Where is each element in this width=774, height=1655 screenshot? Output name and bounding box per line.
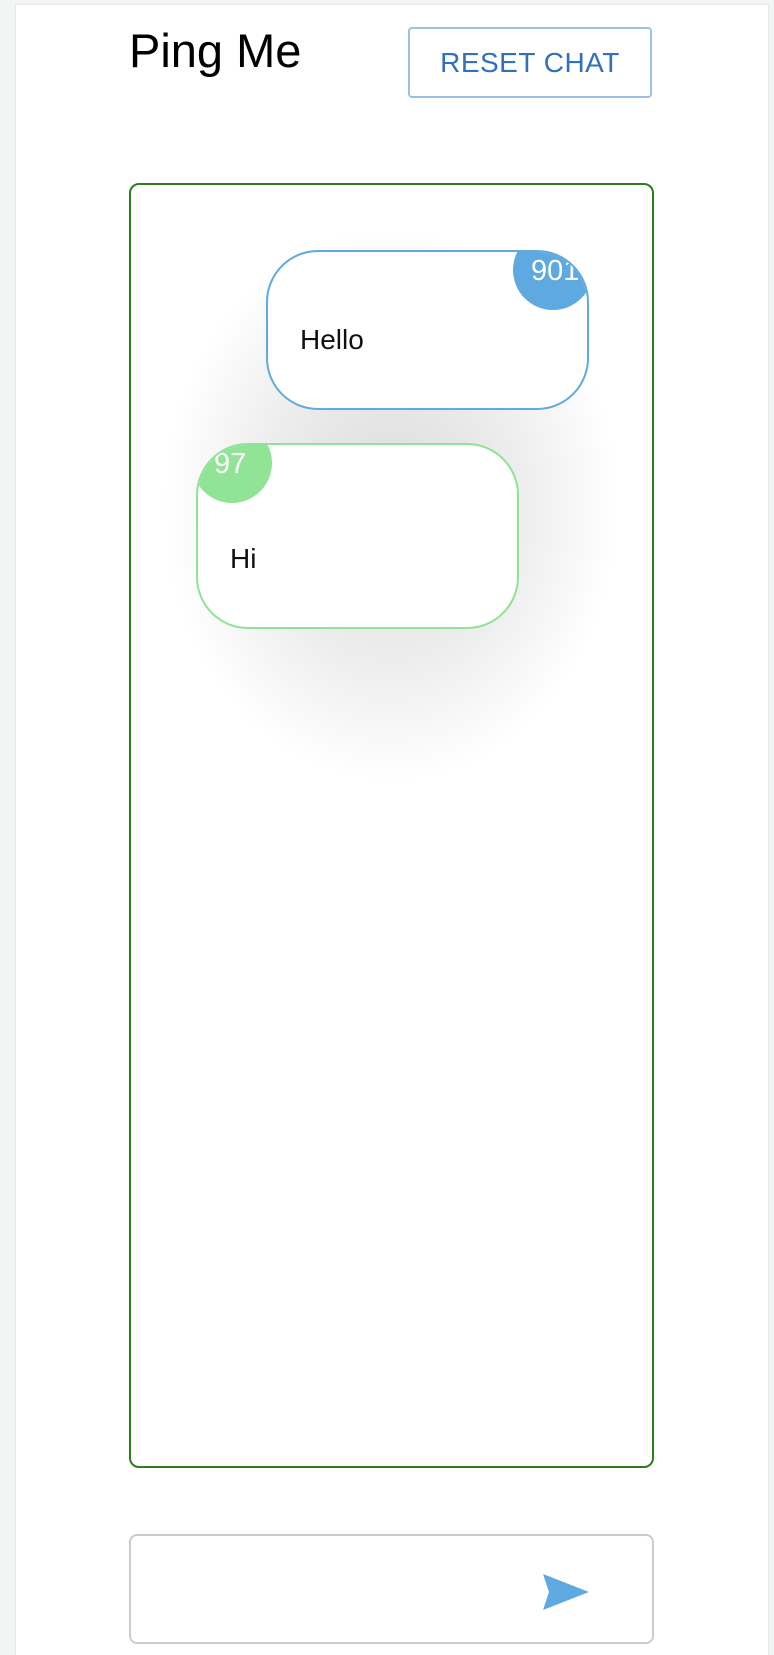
message-bubble-hi[interactable]: 97 Hi — [196, 443, 519, 629]
app-title: Ping Me — [129, 24, 302, 77]
message-bubble-hello[interactable]: 901 Hello — [266, 250, 589, 410]
user-badge: 97 — [198, 445, 272, 503]
chat-window[interactable]: 901 Hello 97 Hi — [129, 183, 654, 1468]
message-input[interactable] — [147, 1556, 531, 1608]
message-composer — [129, 1534, 654, 1644]
message-text: Hi — [230, 543, 257, 574]
app-page: Ping Me RESET CHAT 901 Hello 97 Hi — [15, 4, 769, 1655]
user-badge: 901 — [513, 252, 587, 310]
send-icon — [543, 1574, 589, 1610]
message-text: Hello — [300, 324, 364, 355]
send-button[interactable] — [541, 1572, 591, 1612]
reset-chat-button[interactable]: RESET CHAT — [408, 27, 652, 98]
